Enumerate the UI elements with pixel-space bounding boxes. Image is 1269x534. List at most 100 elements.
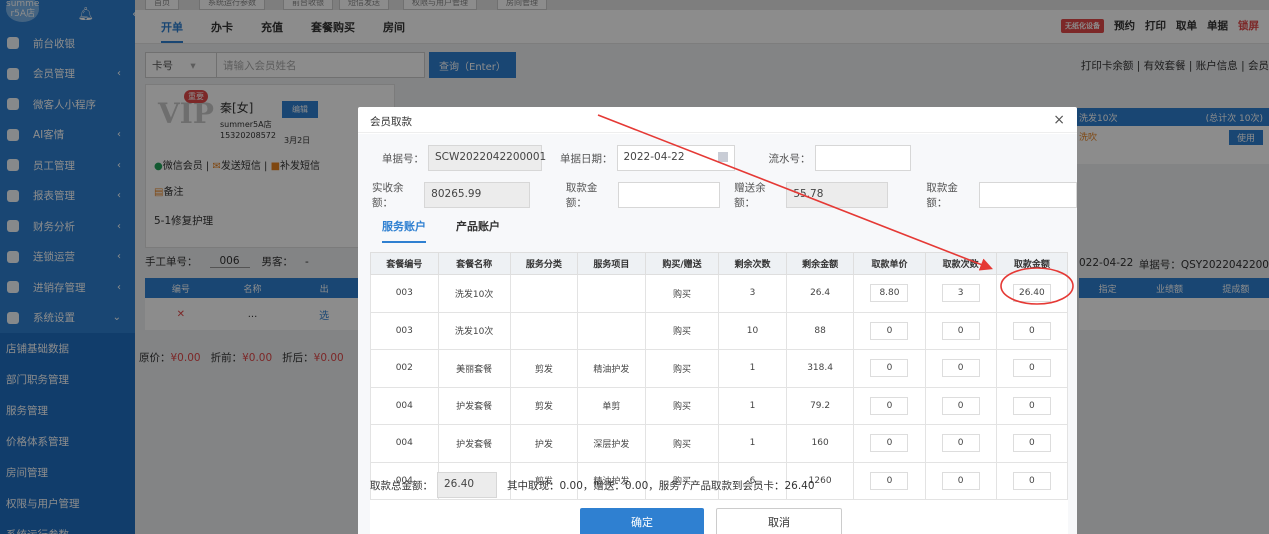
withdraw-amount-field[interactable] [618, 182, 721, 208]
column-header: 套餐编号 [370, 252, 439, 275]
table-cell: 1 [718, 424, 787, 463]
tab-service-account[interactable]: 服务账户 [382, 218, 426, 243]
table-cell: 0 [853, 424, 926, 463]
unit-price-input[interactable]: 8.80 [870, 284, 909, 303]
table-cell: 160 [785, 424, 855, 463]
close-icon[interactable]: × [1053, 112, 1065, 128]
table-cell: 002 [370, 349, 439, 388]
column-header: 服务分类 [509, 252, 579, 275]
modal-body: 单据号： SCW2022042200001 单据日期： 2022-04-22 流… [358, 134, 1077, 534]
table-body: 003 洗发10次 购买 3 26.4 8.80 3 26.40 003 洗发10次 购买 10 88 0… [370, 274, 1068, 500]
calendar-icon[interactable] [717, 152, 728, 162]
table-cell: 3 [718, 274, 787, 313]
received-balance-field: 80265.99 [424, 182, 530, 208]
table-row: 004 护发套餐 护发 深层护发 购买 1 160 0 0 0 [370, 424, 1068, 463]
gift-balance-label: 赠送余额： [734, 182, 766, 209]
withdraw-summary: 其中取现：0.00，赠送：0.00，服务 / 产品取款到会员卡：26.40 [507, 479, 815, 492]
confirm-button[interactable]: 确定 [580, 508, 704, 534]
amount-input[interactable]: 0 [1012, 321, 1051, 340]
table-cell: 0 [853, 349, 926, 388]
table-cell: 0 [995, 311, 1068, 350]
table-cell: 003 [370, 311, 439, 350]
gift-withdraw-amount-field[interactable] [978, 182, 1077, 208]
table-cell: 护发套餐 [437, 386, 511, 425]
table-cell: 剪发 [509, 386, 579, 425]
table-cell: 3 [924, 274, 997, 313]
count-input[interactable]: 3 [941, 284, 980, 303]
received-balance-label: 实收余额： [372, 182, 404, 209]
withdraw-total-row: 取款总金额： 26.40 其中取现：0.00，赠送：0.00，服务 / 产品取款… [370, 472, 815, 498]
table-cell: 美丽套餐 [437, 349, 511, 388]
amount-input[interactable]: 0 [1012, 434, 1051, 453]
table-cell: 1 [718, 386, 787, 425]
account-tabs: 服务账户 产品账户 [382, 218, 500, 243]
modal-title-bar: 会员取款 × [358, 107, 1077, 133]
table-cell: 购买 [644, 424, 720, 463]
cancel-button[interactable]: 取消 [716, 508, 842, 534]
table-cell: 0 [924, 461, 997, 500]
table-cell: 1 [718, 349, 787, 388]
gift-withdraw-amount-label: 取款金额： [926, 182, 958, 209]
flow-no-field[interactable] [814, 145, 911, 171]
unit-price-input[interactable]: 0 [870, 471, 909, 490]
count-input[interactable]: 0 [941, 396, 980, 415]
column-header: 剩余金额 [785, 252, 855, 275]
package-table: 套餐编号 套餐名称 服务分类 服务项目 购买/赠送 剩余次数 剩余金额 取款单价 取款次数 取款金… [370, 252, 1068, 500]
tab-product-account[interactable]: 产品账户 [456, 218, 500, 243]
table-cell: 购买 [644, 311, 720, 350]
table-cell: 004 [370, 386, 439, 425]
table-cell: 8.80 [853, 274, 926, 313]
column-header: 取款次数 [924, 252, 997, 275]
withdraw-modal: 会员取款 × 单据号： SCW2022042200001 单据日期： 2022-… [358, 107, 1077, 534]
table-row: 004 护发套餐 剪发 单剪 购买 1 79.2 0 0 0 [370, 386, 1068, 425]
count-input[interactable]: 0 [941, 471, 980, 490]
table-cell: 79.2 [785, 386, 855, 425]
amount-input[interactable]: 0 [1012, 396, 1051, 415]
withdraw-total-label: 取款总金额： [370, 479, 433, 492]
table-cell: 0 [924, 349, 997, 388]
count-input[interactable]: 0 [941, 434, 980, 453]
table-cell: 004 [370, 424, 439, 463]
unit-price-input[interactable]: 0 [870, 359, 909, 378]
unit-price-input[interactable]: 0 [870, 434, 909, 453]
table-cell [577, 311, 646, 350]
table-cell: 0 [995, 386, 1068, 425]
table-cell: 0 [853, 461, 926, 500]
bill-date-label: 单据日期： [560, 152, 613, 165]
column-header: 购买/赠送 [644, 252, 720, 275]
table-cell: 购买 [644, 349, 720, 388]
unit-price-input[interactable]: 0 [870, 396, 909, 415]
table-cell: 护发套餐 [437, 424, 511, 463]
table-cell: 购买 [644, 274, 720, 313]
amount-input[interactable]: 0 [1012, 359, 1051, 378]
table-cell: 单剪 [577, 386, 646, 425]
table-cell: 洗发10次 [437, 311, 511, 350]
bill-no-field[interactable]: SCW2022042200001 [428, 145, 546, 171]
form-row-2: 实收余额： 80265.99 取款金额： 赠送余额： 55.78 取款金额： [358, 182, 1077, 209]
bill-date-field[interactable]: 2022-04-22 [616, 145, 735, 171]
table-cell: 88 [785, 311, 855, 350]
amount-input[interactable]: 0 [1012, 471, 1051, 490]
count-input[interactable]: 0 [941, 359, 980, 378]
table-cell: 10 [718, 311, 787, 350]
column-header: 服务项目 [577, 252, 646, 275]
table-cell: 购买 [644, 386, 720, 425]
count-input[interactable]: 0 [941, 321, 980, 340]
column-header: 取款金额 [995, 252, 1068, 275]
bill-date-value: 2022-04-22 [623, 151, 685, 163]
table-cell: 0 [924, 424, 997, 463]
withdraw-amount-label: 取款金额： [565, 182, 598, 209]
column-header: 套餐名称 [437, 252, 511, 275]
table-cell: 003 [370, 274, 439, 313]
table-cell: 0 [853, 311, 926, 350]
unit-price-input[interactable]: 0 [870, 321, 909, 340]
column-header: 取款单价 [853, 252, 926, 275]
amount-input[interactable]: 26.40 [1012, 284, 1051, 303]
table-cell: 深层护发 [577, 424, 646, 463]
table-row: 003 洗发10次 购买 10 88 0 0 0 [370, 311, 1068, 350]
column-header: 剩余次数 [718, 252, 787, 275]
gift-balance-field: 55.78 [786, 182, 889, 208]
table-cell [509, 311, 579, 350]
table-cell: 洗发10次 [437, 274, 511, 313]
table-cell: 0 [924, 311, 997, 350]
